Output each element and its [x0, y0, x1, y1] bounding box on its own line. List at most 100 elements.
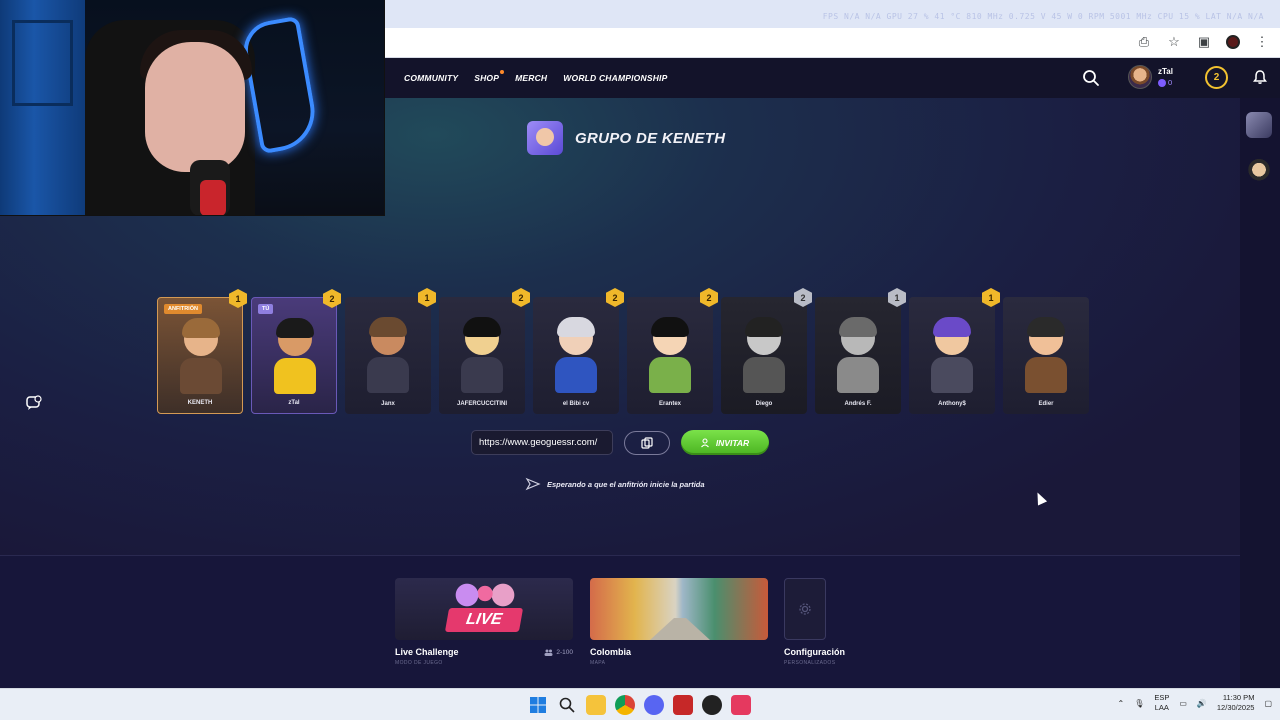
- discord-icon[interactable]: [644, 695, 664, 715]
- player-card[interactable]: 1 Andrés F.: [815, 288, 906, 414]
- player-count-value: 2-100: [556, 649, 573, 656]
- invite-button-label: INVITAR: [715, 437, 750, 448]
- player-avatar: [833, 317, 883, 397]
- install-app-icon[interactable]: ⎙: [1136, 34, 1152, 50]
- avatar-body: [555, 357, 597, 393]
- avatar-hair: [839, 317, 877, 337]
- user-level-badge[interactable]: 2: [1205, 66, 1228, 89]
- windows-start-icon[interactable]: [528, 695, 548, 715]
- player-card[interactable]: Edier: [1003, 297, 1089, 414]
- nav-world-championship[interactable]: WORLD CHAMPIONSHIP: [563, 73, 667, 83]
- player-name: JAFERCUCCITINI: [456, 401, 507, 407]
- avatar-hair: [369, 317, 407, 337]
- player-name: Anthony$: [938, 401, 966, 407]
- live-badge: LIVE: [444, 608, 524, 632]
- browser-profile-avatar[interactable]: [1226, 35, 1240, 49]
- players-icon: [544, 649, 553, 656]
- avatar: [1128, 65, 1152, 89]
- player-card[interactable]: 1 ANFITRIÓN KENETH: [157, 289, 247, 414]
- notification-icon[interactable]: ▢: [1264, 699, 1272, 708]
- language-indicator[interactable]: ESP LAA: [1154, 693, 1169, 713]
- player-card[interactable]: 1 Anthony$: [909, 288, 1000, 414]
- group-header: GRUPO DE KENETH: [527, 121, 725, 155]
- game-mode-card[interactable]: LIVE Live Challenge MODO DE JUEGO 2-100: [395, 578, 573, 666]
- obs-icon[interactable]: [702, 695, 722, 715]
- player-card[interactable]: 2 el Bibi cv: [533, 288, 624, 414]
- nav-shop-label: SHOP: [474, 73, 500, 83]
- map-thumbnail: [590, 578, 768, 640]
- webcam-mic-shield: [200, 180, 226, 215]
- player-name: el Bibi cv: [562, 401, 590, 407]
- settings-card[interactable]: Configuración PERSONALIZADOS: [784, 578, 845, 666]
- webcam-door: [0, 0, 85, 215]
- search-icon[interactable]: [557, 695, 577, 715]
- user-coins: 0: [1158, 78, 1173, 87]
- network-icon[interactable]: ▭: [1179, 699, 1187, 708]
- search-icon[interactable]: [1082, 69, 1100, 87]
- tab-search-icon[interactable]: ▣: [1196, 34, 1212, 50]
- system-tray: ⌃ 🎙 ESP LAA ▭ 🔊 11:30 PM 12/30/2025 ▢: [1117, 693, 1272, 713]
- clock[interactable]: 11:30 PM 12/30/2025: [1217, 693, 1255, 713]
- settings-thumbnail: [784, 578, 826, 640]
- keyboard-layout: LAA: [1154, 703, 1169, 712]
- nav-community[interactable]: COMMUNITY: [404, 73, 458, 83]
- player-name: Erantex: [658, 401, 681, 407]
- avatar-body: [1025, 357, 1067, 393]
- volume-icon[interactable]: 🔊: [1197, 699, 1207, 708]
- player-name: Andrés F.: [844, 401, 872, 407]
- friend-avatar[interactable]: [1246, 112, 1272, 138]
- user-profile[interactable]: zTal 0: [1128, 65, 1173, 89]
- avatar-body: [931, 357, 973, 393]
- tiktok-icon[interactable]: [731, 695, 751, 715]
- avatar-body: [274, 358, 316, 394]
- invite-button[interactable]: INVITAR: [681, 430, 769, 455]
- player-avatar: [176, 318, 226, 398]
- avatar-hair: [745, 317, 783, 337]
- map-title: Colombia: [590, 647, 632, 657]
- player-card[interactable]: 1 Janx: [345, 288, 436, 414]
- host-badge: ANFITRIÓN: [164, 304, 202, 314]
- add-user-icon: [700, 437, 709, 447]
- player-card[interactable]: 2 Diego: [721, 288, 812, 414]
- you-badge: TÚ: [258, 304, 274, 314]
- microphone-icon[interactable]: 🎙: [1134, 699, 1144, 708]
- bell-icon[interactable]: [1252, 69, 1268, 85]
- settings-subtitle: PERSONALIZADOS: [784, 660, 836, 666]
- clock-date: 12/30/2025: [1216, 703, 1255, 712]
- nav-shop[interactable]: SHOP: [474, 70, 505, 83]
- player-card[interactable]: 2 Erantex: [627, 288, 718, 414]
- browser-menu-icon[interactable]: ⋮: [1254, 34, 1270, 50]
- invite-link-input[interactable]: [471, 430, 613, 455]
- taskbar-apps: [528, 695, 751, 715]
- player-card[interactable]: 2 JAFERCUCCITINI: [439, 288, 530, 414]
- player-name: Janx: [381, 401, 395, 407]
- page-title: GRUPO DE KENETH: [575, 129, 726, 147]
- gear-icon: [799, 603, 811, 615]
- player-avatar: [927, 317, 977, 397]
- avatar-body: [743, 357, 785, 393]
- map-street: [650, 618, 710, 640]
- copy-link-button[interactable]: [624, 430, 670, 455]
- settings-title: Configuración: [784, 647, 845, 657]
- webcam-streamer: [145, 42, 245, 172]
- friend-avatar[interactable]: [1246, 158, 1272, 184]
- shop-notification-dot: [500, 70, 505, 74]
- coin-count: 0: [1168, 78, 1173, 87]
- player-avatar: [551, 317, 601, 397]
- player-name: KENETH: [187, 400, 213, 406]
- nav-merch[interactable]: MERCH: [515, 73, 547, 83]
- avatar-hair: [463, 317, 501, 337]
- chrome-icon[interactable]: [615, 695, 635, 715]
- player-card[interactable]: 2 TÚ zTal: [251, 289, 341, 414]
- avatar-body: [180, 358, 222, 394]
- chat-icon[interactable]: [25, 394, 43, 412]
- file-explorer-icon[interactable]: [586, 695, 606, 715]
- obs-app-icon[interactable]: [673, 695, 693, 715]
- clock-time: 11:30 PM: [1222, 693, 1255, 702]
- chevron-up-icon[interactable]: ⌃: [1117, 699, 1124, 708]
- performance-overlay: FPS N/A N/A GPU 27 % 41 °C 810 MHz 0.725…: [822, 12, 1264, 21]
- user-name: zTal: [1158, 67, 1173, 76]
- bookmark-star-icon[interactable]: ☆: [1166, 34, 1182, 50]
- avatar-body: [837, 357, 879, 393]
- map-card[interactable]: Colombia MAPA: [590, 578, 768, 666]
